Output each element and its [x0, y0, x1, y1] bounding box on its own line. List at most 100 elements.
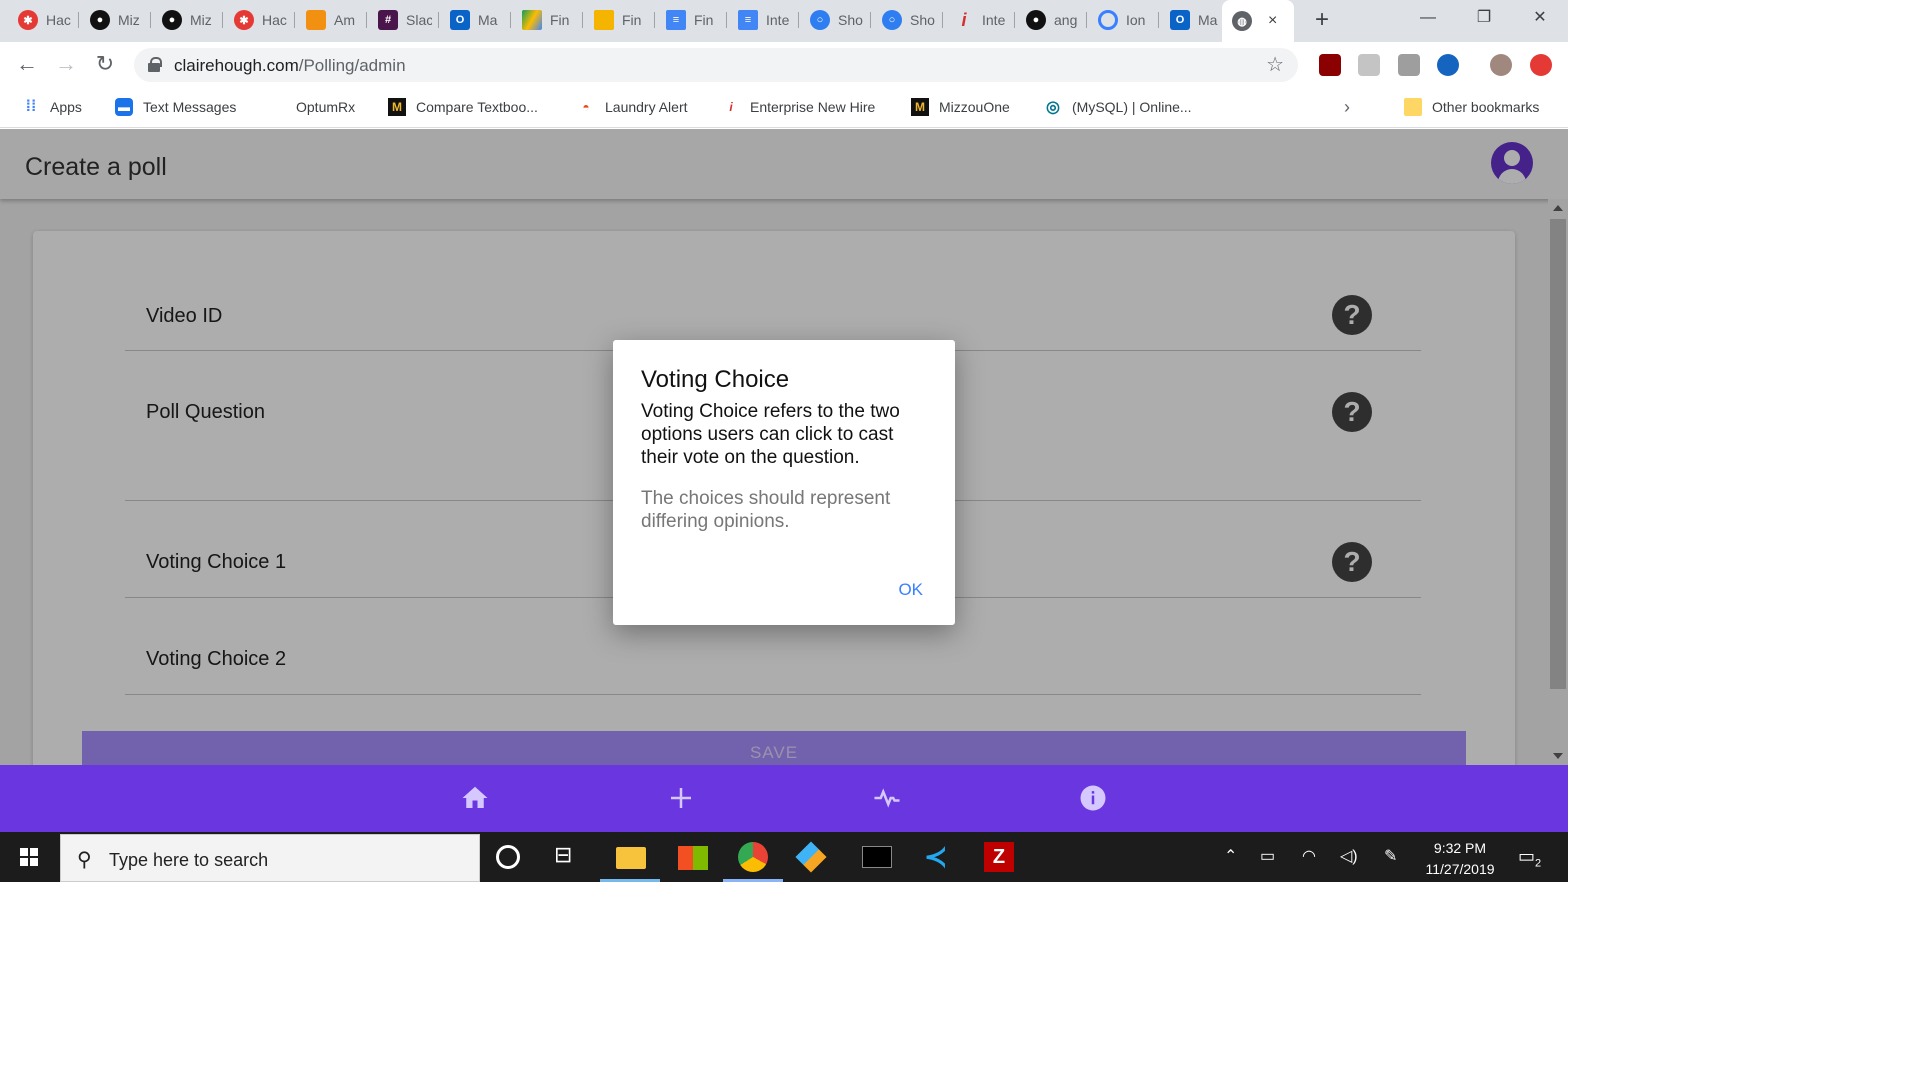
profile-avatar[interactable]: [1490, 54, 1512, 76]
browser-tab-strip: ✱ Hac ● Miz ● Miz ✱ Hac Am # Slac O Ma F…: [0, 0, 1568, 42]
url-text: clairehough.com/Polling/admin: [174, 56, 406, 76]
back-icon[interactable]: ←: [14, 52, 40, 78]
bookmark-enterprise[interactable]: i Enterprise New Hire: [722, 97, 875, 117]
home-icon[interactable]: [460, 783, 490, 813]
tab-label: Hac: [46, 12, 71, 28]
restore-button[interactable]: ❐: [1456, 0, 1512, 36]
pulse-icon[interactable]: [872, 783, 902, 813]
pen-icon[interactable]: ✎: [1384, 846, 1397, 866]
tray-expand-icon[interactable]: ⌃: [1224, 846, 1237, 866]
browser-tab[interactable]: Fin: [584, 6, 655, 34]
lock-icon: [148, 57, 162, 72]
bookmark-text-messages[interactable]: ▬ Text Messages: [115, 97, 236, 117]
browser-tab[interactable]: ✱ Hac: [224, 6, 295, 34]
window-close-button[interactable]: ✕: [1512, 0, 1568, 36]
bookmark-compare-textbooks[interactable]: M Compare Textboo...: [388, 97, 538, 117]
bookmark-other[interactable]: Other bookmarks: [1404, 97, 1539, 117]
ok-button[interactable]: OK: [898, 580, 923, 600]
bookmark-mysql[interactable]: ◎ (MySQL) | Online...: [1044, 97, 1192, 117]
drive-icon: [522, 10, 542, 30]
slides-icon: [594, 10, 614, 30]
bookmark-apps[interactable]: ⁞⁞ Apps: [22, 97, 82, 117]
filezilla-icon[interactable]: Z: [984, 842, 1014, 872]
browser-tab[interactable]: O Ma: [1160, 6, 1224, 34]
url-host: clairehough.com: [174, 56, 299, 75]
bookmarks-overflow-icon[interactable]: ›: [1344, 97, 1350, 117]
taskbar-search-box[interactable]: ⚲ Type here to search: [60, 834, 480, 882]
bottom-navigation: [0, 765, 1568, 832]
bookmark-mizzouone[interactable]: M MizzouOne: [911, 97, 1010, 117]
close-tab-icon[interactable]: ×: [1268, 12, 1277, 30]
globe-icon: ◍: [1232, 11, 1252, 31]
reload-icon[interactable]: ↻: [92, 52, 118, 78]
bookmark-label: (MySQL) | Online...: [1072, 99, 1192, 115]
browser-tab-active[interactable]: ◍ ×: [1222, 0, 1294, 42]
browser-tab[interactable]: Ion: [1088, 6, 1159, 34]
store-icon[interactable]: [678, 846, 708, 870]
github-icon: ●: [1026, 10, 1046, 30]
browser-tab[interactable]: O Ma: [440, 6, 511, 34]
bookmark-optumrx[interactable]: OptumRx: [268, 97, 355, 117]
browser-tab[interactable]: # Slac: [368, 6, 439, 34]
search-icon: ⚲: [77, 849, 92, 871]
github-icon: ●: [162, 10, 182, 30]
mizzou-icon: M: [911, 98, 929, 116]
browser-tab[interactable]: ● Miz: [152, 6, 223, 34]
tab-label: Sho: [838, 12, 863, 28]
browser-tab[interactable]: Am: [296, 6, 367, 34]
vscode-icon[interactable]: ≺: [924, 842, 954, 872]
info-icon[interactable]: [1078, 783, 1108, 813]
tab-label: Inte: [982, 12, 1006, 28]
wifi-icon[interactable]: ◠: [1302, 846, 1316, 866]
extension-icon[interactable]: [1358, 54, 1380, 76]
bookmark-label: Other bookmarks: [1432, 99, 1540, 115]
extension-icon[interactable]: [1437, 54, 1459, 76]
add-icon[interactable]: [666, 783, 696, 813]
file-explorer-icon[interactable]: [616, 847, 646, 869]
tab-label: Ma: [478, 12, 498, 28]
browser-tab[interactable]: ≡ Fin: [656, 6, 727, 34]
browser-tab[interactable]: ○ Sho: [800, 6, 871, 34]
browser-tab[interactable]: ● Miz: [80, 6, 151, 34]
terminal-icon[interactable]: [862, 846, 892, 868]
minimize-button[interactable]: —: [1400, 0, 1456, 36]
browser-tab[interactable]: ≡ Inte: [728, 6, 799, 34]
browser-tab[interactable]: ○ Sho: [872, 6, 943, 34]
task-view-icon[interactable]: ⊟: [554, 842, 584, 872]
tab-label: Miz: [190, 12, 212, 28]
mysql-icon: ◎: [1046, 99, 1060, 116]
hack-icon: ✱: [18, 10, 38, 30]
battery-icon[interactable]: ▭: [1260, 846, 1275, 866]
forward-icon[interactable]: →: [53, 52, 79, 78]
new-tab-button[interactable]: +: [1310, 6, 1334, 34]
bookmark-laundry-alert[interactable]: ◓ Laundry Alert: [577, 97, 688, 117]
bookmark-label: Laundry Alert: [605, 99, 688, 115]
browser-tab[interactable]: ● ang: [1016, 6, 1087, 34]
github-icon: ●: [90, 10, 110, 30]
tab-label: Am: [334, 12, 355, 28]
circle-icon: ○: [810, 10, 830, 30]
ublock-icon[interactable]: [1319, 54, 1341, 76]
volume-icon[interactable]: ◁): [1340, 846, 1358, 866]
cast-icon[interactable]: [1398, 54, 1420, 76]
info-icon: i: [729, 100, 733, 114]
tab-label: Miz: [118, 12, 140, 28]
address-bar[interactable]: clairehough.com/Polling/admin ☆: [134, 48, 1298, 82]
notification-count: 2: [1535, 857, 1542, 870]
cortana-icon[interactable]: [496, 845, 520, 869]
update-icon[interactable]: [1530, 54, 1552, 76]
taskbar-clock[interactable]: 9:32 PM 11/27/2019: [1420, 838, 1500, 880]
mizzou-icon: M: [388, 98, 406, 116]
apps-grid-icon: ⁞⁞: [25, 98, 37, 115]
hack-icon: ✱: [234, 10, 254, 30]
clock-time: 9:32 PM: [1433, 840, 1487, 856]
windows-start-icon[interactable]: [20, 848, 38, 866]
browser-tab[interactable]: ✱ Hac: [8, 6, 79, 34]
notifications-icon[interactable]: ▭2: [1518, 846, 1541, 870]
chrome-icon[interactable]: [738, 842, 768, 872]
browser-tab[interactable]: Fin: [512, 6, 583, 34]
browser-tab[interactable]: i Inte: [944, 6, 1015, 34]
alert-message: Voting Choice refers to the two options …: [641, 401, 900, 468]
sourcetree-icon[interactable]: [795, 841, 827, 873]
bookmark-star-icon[interactable]: ☆: [1266, 52, 1284, 77]
